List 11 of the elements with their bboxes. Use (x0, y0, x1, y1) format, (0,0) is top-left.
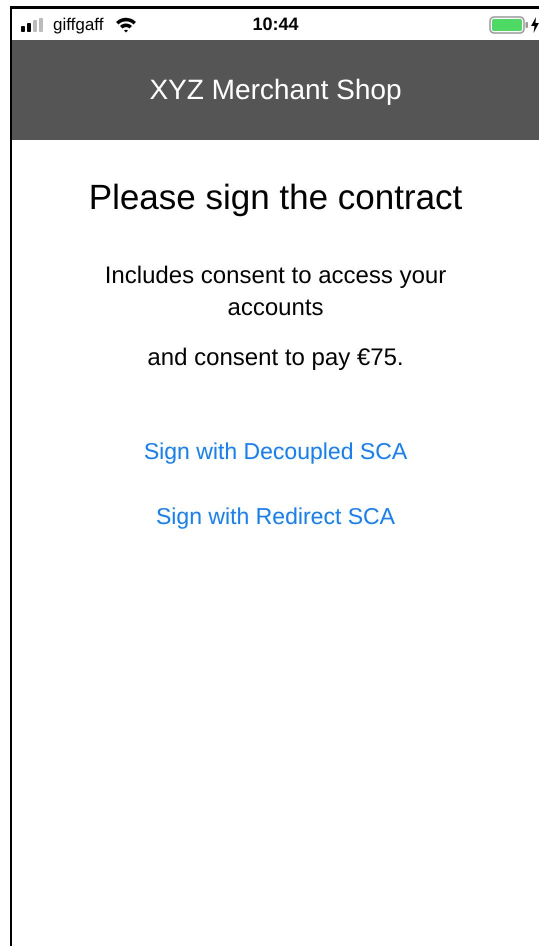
sign-link[interactable]: Sign with Decoupled SCA (144, 438, 408, 465)
header-title: XYZ Merchant Shop (149, 74, 402, 106)
consent-text: and consent to pay €75. (146, 343, 405, 373)
charging-bolt-icon (531, 16, 539, 32)
page-heading: Please sign the contract (88, 178, 462, 218)
sign-link[interactable]: Sign with Redirect SCA (156, 503, 396, 530)
wifi-icon (115, 16, 138, 32)
consent-text: Includes consent to access your accounts (104, 261, 448, 323)
status-time: 10:44 (251, 14, 300, 35)
carrier-name: giffgaff (53, 14, 104, 34)
battery-icon (489, 16, 529, 34)
